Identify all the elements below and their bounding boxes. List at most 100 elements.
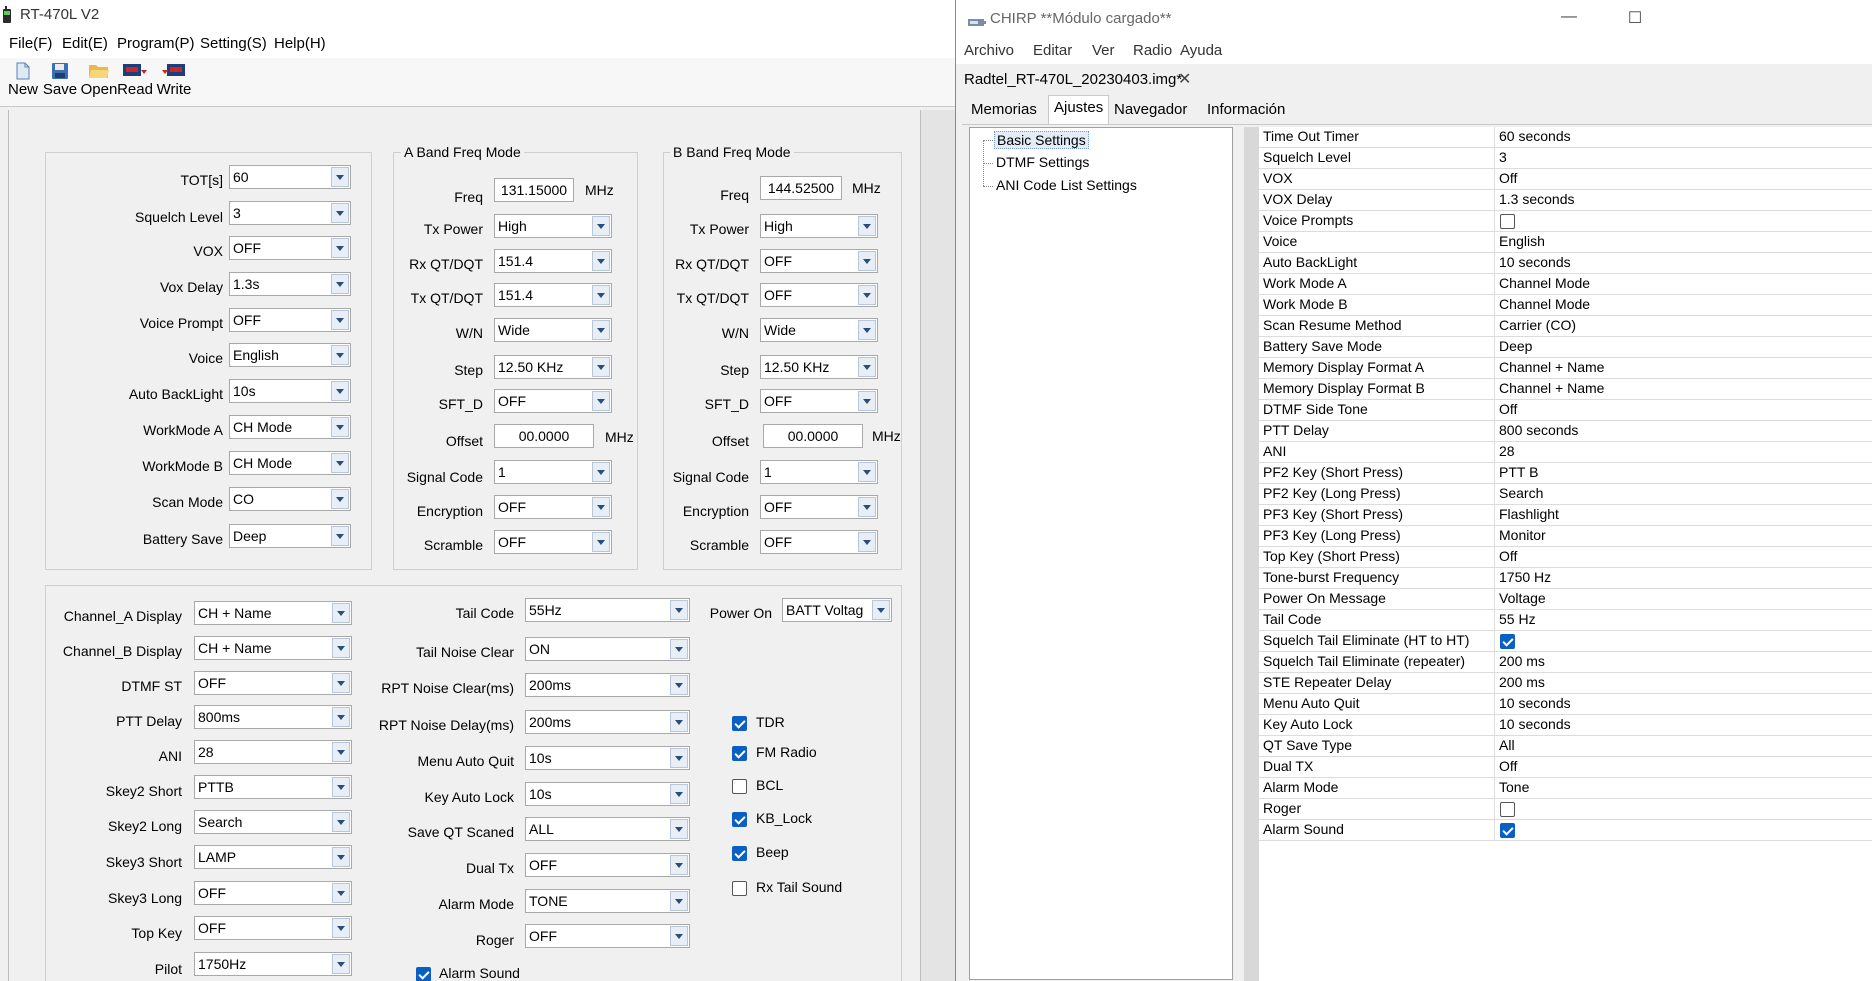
- top-key-select[interactable]: OFF: [194, 916, 352, 940]
- chevron-down-icon[interactable]: [332, 883, 350, 903]
- menu-file[interactable]: File(F): [9, 35, 52, 52]
- setting-row[interactable]: QT Save Type All: [1259, 736, 1872, 757]
- chevron-down-icon[interactable]: [592, 285, 610, 305]
- setting-row[interactable]: DTMF Side Tone Off: [1259, 400, 1872, 421]
- setting-row[interactable]: Tone-burst Frequency 1750 Hz: [1259, 568, 1872, 589]
- chevron-down-icon[interactable]: [592, 251, 610, 271]
- setting-value[interactable]: Tone: [1499, 779, 1529, 795]
- chevron-down-icon[interactable]: [670, 855, 688, 875]
- chevron-down-icon[interactable]: [592, 216, 610, 236]
- setting-row[interactable]: Voice English: [1259, 232, 1872, 253]
- chevron-down-icon[interactable]: [670, 926, 688, 946]
- battery-save-select[interactable]: Deep: [229, 524, 351, 548]
- chevron-down-icon[interactable]: [858, 320, 876, 340]
- chevron-down-icon[interactable]: [592, 320, 610, 340]
- setting-checkbox[interactable]: [1500, 634, 1515, 649]
- chevron-down-icon[interactable]: [670, 784, 688, 804]
- setting-value[interactable]: 200 ms: [1499, 674, 1545, 690]
- dual-tx-select[interactable]: OFF: [525, 853, 690, 877]
- chevron-down-icon[interactable]: [332, 673, 350, 693]
- write-button[interactable]: Write: [151, 62, 197, 104]
- setting-value[interactable]: All: [1499, 737, 1515, 753]
- setting-value[interactable]: Search: [1499, 485, 1543, 501]
- chevron-down-icon[interactable]: [858, 391, 876, 411]
- b-step-select[interactable]: 12.50 KHz: [760, 355, 878, 379]
- chevron-down-icon[interactable]: [592, 532, 610, 552]
- key-auto-lock-select[interactable]: 10s: [525, 782, 690, 806]
- menu-ayuda[interactable]: Ayuda: [1180, 42, 1222, 59]
- menu-editar[interactable]: Editar: [1033, 42, 1072, 59]
- vox-delay-select[interactable]: 1.3s: [229, 272, 351, 296]
- setting-value[interactable]: Carrier (CO): [1499, 317, 1576, 333]
- setting-row[interactable]: PF3 Key (Short Press) Flashlight: [1259, 505, 1872, 526]
- b-sftd-select[interactable]: OFF: [760, 389, 878, 413]
- b-offset-input[interactable]: 00.0000: [763, 424, 863, 448]
- setting-checkbox[interactable]: [1500, 214, 1515, 229]
- chevron-down-icon[interactable]: [331, 167, 349, 187]
- chevron-down-icon[interactable]: [670, 819, 688, 839]
- setting-row[interactable]: Work Mode A Channel Mode: [1259, 274, 1872, 295]
- save-qt-scaned-select[interactable]: ALL: [525, 817, 690, 841]
- setting-checkbox[interactable]: [1500, 802, 1515, 817]
- tab-ajustes[interactable]: Ajustes: [1048, 95, 1110, 125]
- b-signal-code-select[interactable]: 1: [760, 460, 878, 484]
- setting-value[interactable]: 10 seconds: [1499, 695, 1571, 711]
- menu-ver[interactable]: Ver: [1092, 42, 1115, 59]
- chevron-down-icon[interactable]: [332, 638, 350, 658]
- setting-row[interactable]: Work Mode B Channel Mode: [1259, 295, 1872, 316]
- setting-row[interactable]: Tail Code 55 Hz: [1259, 610, 1872, 631]
- a-sftd-select[interactable]: OFF: [494, 389, 612, 413]
- setting-row[interactable]: Squelch Tail Eliminate (HT to HT): [1259, 631, 1872, 652]
- setting-row[interactable]: Key Auto Lock 10 seconds: [1259, 715, 1872, 736]
- skey3-long-select[interactable]: OFF: [194, 881, 352, 905]
- scan-mode-select[interactable]: CO: [229, 487, 351, 511]
- b-scramble-select[interactable]: OFF: [760, 530, 878, 554]
- setting-row[interactable]: STE Repeater Delay 200 ms: [1259, 673, 1872, 694]
- backlight-select[interactable]: 10s: [229, 379, 351, 403]
- a-step-select[interactable]: 12.50 KHz: [494, 355, 612, 379]
- setting-value[interactable]: Channel Mode: [1499, 296, 1590, 312]
- chevron-down-icon[interactable]: [858, 462, 876, 482]
- menu-archivo[interactable]: Archivo: [964, 42, 1014, 59]
- rx-tail-sound-checkbox[interactable]: [732, 881, 747, 896]
- a-scramble-select[interactable]: OFF: [494, 530, 612, 554]
- setting-value[interactable]: Channel + Name: [1499, 359, 1604, 375]
- a-freq-input[interactable]: 131.15000: [494, 178, 574, 202]
- setting-row[interactable]: PF2 Key (Short Press) PTT B: [1259, 463, 1872, 484]
- chevron-down-icon[interactable]: [331, 489, 349, 509]
- a-rxqt-select[interactable]: 151.4: [494, 249, 612, 273]
- chevron-down-icon[interactable]: [332, 707, 350, 727]
- pane-splitter[interactable]: [1244, 127, 1259, 981]
- rpt-noise-delay-select[interactable]: 200ms: [525, 710, 690, 734]
- a-wn-select[interactable]: Wide: [494, 318, 612, 342]
- rpt-noise-clear-select[interactable]: 200ms: [525, 673, 690, 697]
- setting-row[interactable]: PTT Delay 800 seconds: [1259, 421, 1872, 442]
- power-on-select[interactable]: BATT Voltag: [782, 598, 892, 622]
- b-encryption-select[interactable]: OFF: [760, 495, 878, 519]
- setting-row[interactable]: Dual TX Off: [1259, 757, 1872, 778]
- menu-help[interactable]: Help(H): [274, 35, 326, 52]
- skey2-short-select[interactable]: PTTB: [194, 775, 352, 799]
- beep-checkbox[interactable]: [732, 846, 747, 861]
- chevron-down-icon[interactable]: [332, 847, 350, 867]
- vox-select[interactable]: OFF: [229, 236, 351, 260]
- b-freq-input[interactable]: 144.52500: [760, 176, 842, 200]
- tail-noise-clear-select[interactable]: ON: [525, 637, 690, 661]
- setting-value[interactable]: 1.3 seconds: [1499, 191, 1575, 207]
- setting-value[interactable]: 60 seconds: [1499, 128, 1571, 144]
- chevron-down-icon[interactable]: [858, 497, 876, 517]
- setting-row[interactable]: Scan Resume Method Carrier (CO): [1259, 316, 1872, 337]
- a-encryption-select[interactable]: OFF: [494, 495, 612, 519]
- setting-row[interactable]: Voice Prompts: [1259, 211, 1872, 232]
- chevron-down-icon[interactable]: [331, 203, 349, 223]
- chevron-down-icon[interactable]: [592, 391, 610, 411]
- setting-row[interactable]: Power On Message Voltage: [1259, 589, 1872, 610]
- skey3-short-select[interactable]: LAMP: [194, 845, 352, 869]
- setting-value[interactable]: PTT B: [1499, 464, 1538, 480]
- setting-row[interactable]: Roger: [1259, 799, 1872, 820]
- chevron-down-icon[interactable]: [332, 777, 350, 797]
- tree-item-dtmf-settings[interactable]: DTMF Settings: [996, 154, 1089, 170]
- maximize-icon[interactable]: ☐: [1620, 8, 1650, 28]
- chevron-down-icon[interactable]: [331, 453, 349, 473]
- tab-informacion[interactable]: Información: [1202, 98, 1290, 124]
